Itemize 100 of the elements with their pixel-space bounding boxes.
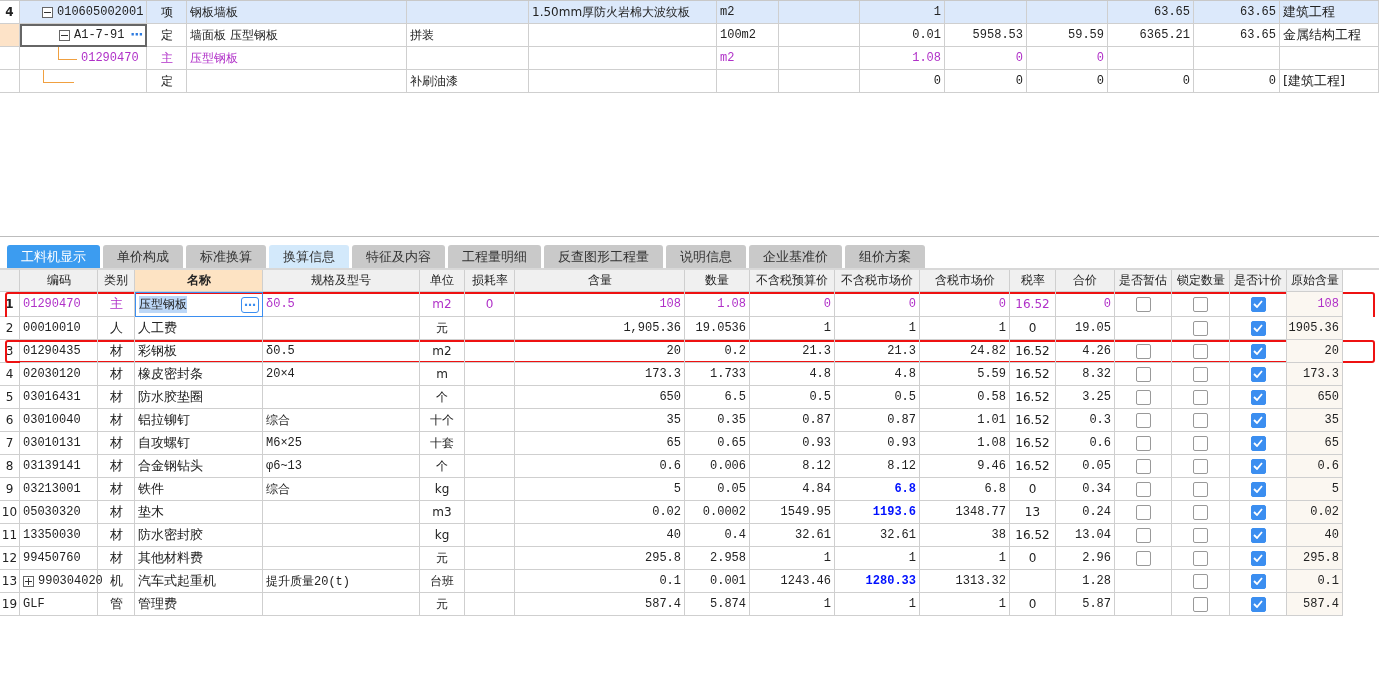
column-header[interactable]: 规格及型号 bbox=[263, 270, 420, 292]
checkbox[interactable] bbox=[1193, 343, 1208, 359]
checkbox[interactable] bbox=[1193, 550, 1208, 566]
table-cell: 1 bbox=[750, 593, 835, 616]
column-header[interactable]: 不含税预算价 bbox=[750, 270, 835, 292]
tab[interactable]: 单价构成 bbox=[103, 245, 183, 268]
checkbox[interactable] bbox=[1135, 412, 1151, 428]
column-header[interactable]: 锁定数量 bbox=[1172, 270, 1230, 292]
tab[interactable]: 特征及内容 bbox=[352, 245, 445, 268]
row-number: 4 bbox=[0, 363, 20, 386]
table-cell: 19.0536 bbox=[685, 317, 750, 340]
tab[interactable]: 工程量明细 bbox=[448, 245, 541, 268]
checkbox[interactable] bbox=[1250, 596, 1266, 612]
code-cell: 00010010 bbox=[20, 317, 98, 340]
more-button[interactable]: ⋯ bbox=[128, 28, 146, 42]
table-row[interactable]: 定 补刷油漆 0 0 0 0 0 [建筑工程] bbox=[0, 70, 1379, 93]
checkbox[interactable] bbox=[1135, 481, 1151, 497]
tab[interactable]: 标准换算 bbox=[186, 245, 266, 268]
table-cell: 人 bbox=[98, 317, 135, 340]
checkbox[interactable] bbox=[1193, 389, 1208, 405]
collapse-icon[interactable] bbox=[42, 7, 53, 18]
checkbox[interactable] bbox=[1250, 296, 1266, 312]
table-cell: 65 bbox=[1287, 432, 1343, 455]
column-header[interactable]: 损耗率 bbox=[465, 270, 515, 292]
tab[interactable]: 企业基准价 bbox=[749, 245, 842, 268]
table-row[interactable]: 01290470 主 压型钢板 m2 1.08 0 0 bbox=[0, 47, 1379, 70]
tab[interactable]: 说明信息 bbox=[666, 245, 746, 268]
checkbox[interactable] bbox=[1250, 389, 1266, 405]
tab[interactable]: 反查图形工程量 bbox=[544, 245, 663, 268]
checkbox[interactable] bbox=[1250, 320, 1266, 336]
column-header[interactable]: 类别 bbox=[98, 270, 135, 292]
table-cell: 0 bbox=[1010, 593, 1056, 616]
tab[interactable]: 组价方案 bbox=[845, 245, 925, 268]
row-number: 2 bbox=[0, 317, 20, 340]
collapse-icon[interactable] bbox=[59, 30, 70, 41]
column-header[interactable]: 税率 bbox=[1010, 270, 1056, 292]
column-header[interactable]: 不含税市场价 bbox=[835, 270, 920, 292]
checkbox[interactable] bbox=[1135, 527, 1151, 543]
row-number: 13 bbox=[0, 570, 20, 593]
checkbox[interactable] bbox=[1135, 504, 1151, 520]
checkbox[interactable] bbox=[1193, 504, 1208, 520]
checkbox[interactable] bbox=[1193, 296, 1208, 312]
checkbox[interactable] bbox=[1135, 343, 1151, 359]
checkbox[interactable] bbox=[1193, 320, 1208, 336]
checkbox[interactable] bbox=[1135, 458, 1151, 474]
column-header[interactable]: 合价 bbox=[1056, 270, 1115, 292]
checkbox[interactable] bbox=[1250, 343, 1266, 359]
table-cell: 19.05 bbox=[1056, 317, 1115, 340]
checkbox[interactable] bbox=[1193, 573, 1208, 589]
table-cell: 管理费 bbox=[135, 593, 263, 616]
table-cell: 0 bbox=[1194, 70, 1280, 93]
table-cell: 管 bbox=[98, 593, 135, 616]
code-cell: A1-7-91 ⋯ bbox=[20, 24, 147, 47]
column-header[interactable]: 编码 bbox=[20, 270, 98, 292]
checkbox[interactable] bbox=[1250, 481, 1266, 497]
checkbox[interactable] bbox=[1135, 366, 1151, 382]
row-number: 4 bbox=[0, 1, 20, 24]
checkbox[interactable] bbox=[1193, 481, 1208, 497]
table-row[interactable]: A1-7-91 ⋯ 定 墙面板 压型钢板 拼装 100m2 0.01 5958.53 59.59 6365.21 63.65 金属结构工程 bbox=[0, 24, 1379, 47]
table-cell: 108 bbox=[1287, 292, 1343, 317]
checkbox[interactable] bbox=[1250, 458, 1266, 474]
checkbox[interactable] bbox=[1193, 435, 1208, 451]
checkbox[interactable] bbox=[1250, 366, 1266, 382]
table-cell: 0 bbox=[1108, 70, 1194, 93]
column-header[interactable]: 含量 bbox=[515, 270, 685, 292]
table-cell bbox=[465, 317, 515, 340]
table-cell: 587.4 bbox=[515, 593, 685, 616]
column-header[interactable]: 名称 bbox=[135, 270, 263, 292]
column-header[interactable]: 是否计价 bbox=[1230, 270, 1287, 292]
checkbox[interactable] bbox=[1135, 550, 1151, 566]
checkbox[interactable] bbox=[1193, 412, 1208, 428]
table-cell: 补刷油漆 bbox=[407, 70, 529, 93]
table-cell: 40 bbox=[1287, 524, 1343, 547]
table-cell: 0 bbox=[1027, 70, 1108, 93]
column-header[interactable]: 是否暂估 bbox=[1115, 270, 1172, 292]
checkbox[interactable] bbox=[1250, 504, 1266, 520]
checkbox[interactable] bbox=[1193, 458, 1208, 474]
column-header[interactable]: 原始含量 bbox=[1287, 270, 1343, 292]
checkbox[interactable] bbox=[1250, 573, 1266, 589]
code-cell: 010605002001 bbox=[20, 1, 147, 24]
checkbox[interactable] bbox=[1193, 527, 1208, 543]
table-cell: 元 bbox=[420, 593, 465, 616]
table-cell bbox=[717, 70, 779, 93]
checkbox[interactable] bbox=[1250, 412, 1266, 428]
checkbox[interactable] bbox=[1135, 296, 1151, 312]
column-header[interactable]: 数量 bbox=[685, 270, 750, 292]
checkbox[interactable] bbox=[1193, 366, 1208, 382]
checkbox[interactable] bbox=[1135, 435, 1151, 451]
expand-icon[interactable] bbox=[23, 576, 34, 587]
checkbox[interactable] bbox=[1193, 596, 1208, 612]
column-header[interactable]: 含税市场价 bbox=[920, 270, 1010, 292]
checkbox[interactable] bbox=[1250, 527, 1266, 543]
checkbox[interactable] bbox=[1250, 435, 1266, 451]
table-row[interactable]: 4 010605002001 项 钢板墙板 1.50mm厚防火岩棉大波纹板 m2 1 63.65 63.65 建筑工程 bbox=[0, 1, 1379, 24]
checkbox[interactable] bbox=[1250, 550, 1266, 566]
column-header[interactable]: 单位 bbox=[420, 270, 465, 292]
checkbox[interactable] bbox=[1135, 389, 1151, 405]
code-cell: GLF bbox=[20, 593, 98, 616]
tab[interactable]: 换算信息 bbox=[269, 245, 349, 268]
row-number: 6 bbox=[0, 409, 20, 432]
